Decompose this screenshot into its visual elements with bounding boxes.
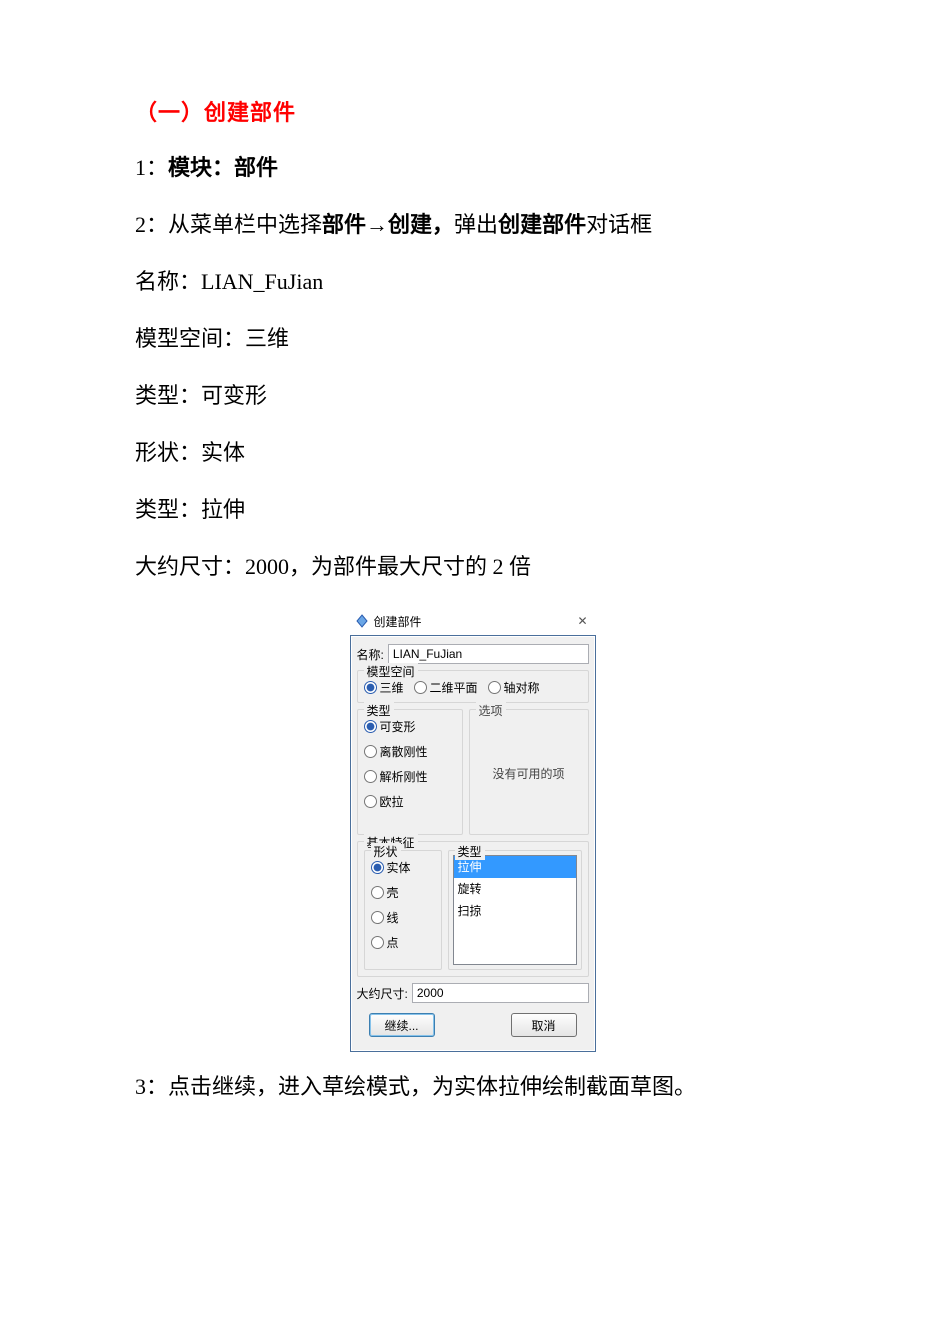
approx-size-row: 大约尺寸: xyxy=(357,983,589,1003)
type-legend: 类型 xyxy=(364,702,394,719)
base-feature-group: 基本特征 形状 实体 壳 xyxy=(357,841,589,977)
options-empty-text: 没有可用的项 xyxy=(492,765,564,782)
section-heading: （一）创建部件 xyxy=(135,95,810,127)
radio-wire[interactable]: 线 xyxy=(371,909,399,926)
shape-group: 形状 实体 壳 xyxy=(364,850,442,970)
radio-discrete-rigid[interactable]: 离散刚性 xyxy=(364,743,428,760)
radio-point[interactable]: 点 xyxy=(371,934,399,951)
radio-shell-label: 壳 xyxy=(387,884,399,901)
radio-3d[interactable]: 三维 xyxy=(364,679,404,696)
step-2-text-b: 部件→创建， xyxy=(322,212,454,237)
feature-type-listbox[interactable]: 拉伸 旋转 扫掠 xyxy=(453,855,577,965)
param-size-label: 大约尺寸： xyxy=(135,554,245,579)
radio-wire-label: 线 xyxy=(387,909,399,926)
radio-axi-label: 轴对称 xyxy=(504,679,540,696)
radio-axisymmetric[interactable]: 轴对称 xyxy=(488,679,540,696)
feature-type-legend: 类型 xyxy=(455,843,485,860)
name-row: 名称: xyxy=(357,644,589,664)
param-size-value: 2000 xyxy=(245,554,289,579)
radio-2d-planar[interactable]: 二维平面 xyxy=(414,679,478,696)
type-group: 类型 可变形 离散刚性 解 xyxy=(357,709,463,835)
options-group: 选项 没有可用的项 xyxy=(469,709,589,835)
step-2-text-e: 对话框 xyxy=(586,212,652,237)
radio-deformable-input[interactable] xyxy=(364,720,377,733)
approx-size-input[interactable] xyxy=(412,983,589,1003)
dialog-title: 创建部件 xyxy=(374,613,422,630)
radio-eulerian-label: 欧拉 xyxy=(380,793,404,810)
list-item-revolve[interactable]: 旋转 xyxy=(454,878,576,900)
radio-solid-input[interactable] xyxy=(371,861,384,874)
radio-point-input[interactable] xyxy=(371,936,384,949)
radio-analytical-label: 解析刚性 xyxy=(380,768,428,785)
step-2-text-d: 创建部件 xyxy=(498,212,586,237)
step-2: 2：从菜单栏中选择部件→创建，弹出创建部件对话框 xyxy=(135,208,810,241)
close-icon[interactable]: ✕ xyxy=(573,614,591,628)
radio-discrete-input[interactable] xyxy=(364,745,377,758)
list-item-sweep[interactable]: 扫掠 xyxy=(454,900,576,922)
param-size: 大约尺寸：2000，为部件最大尺寸的 2 倍 xyxy=(135,550,810,583)
approx-size-label: 大约尺寸: xyxy=(357,985,408,1002)
name-input[interactable] xyxy=(388,644,589,664)
param-shape: 形状：实体 xyxy=(135,436,810,469)
radio-deformable[interactable]: 可变形 xyxy=(364,718,416,735)
feature-type-group: 类型 拉伸 旋转 扫掠 xyxy=(448,850,582,970)
step-2-text-a: 从菜单栏中选择 xyxy=(168,212,322,237)
radio-eulerian-input[interactable] xyxy=(364,795,377,808)
radio-2d-label: 二维平面 xyxy=(430,679,478,696)
dialog-titlebar: 创建部件 ✕ xyxy=(350,607,596,635)
radio-analytical-input[interactable] xyxy=(364,770,377,783)
modelspace-group: 模型空间 三维 二维平面 轴对称 xyxy=(357,670,589,703)
radio-3d-input[interactable] xyxy=(364,681,377,694)
step-2-prefix: 2： xyxy=(135,212,168,237)
radio-wire-input[interactable] xyxy=(371,911,384,924)
param-modelspace: 模型空间：三维 xyxy=(135,322,810,355)
step-2-text-c: 弹出 xyxy=(454,212,498,237)
options-legend: 选项 xyxy=(476,702,506,719)
step-1: 1：模块：部件 xyxy=(135,151,810,184)
radio-deformable-label: 可变形 xyxy=(380,718,416,735)
dialog-icon xyxy=(354,613,370,629)
modelspace-legend: 模型空间 xyxy=(364,663,418,680)
dialog-body: 名称: 模型空间 三维 二维平面 xyxy=(350,635,596,1052)
radio-point-label: 点 xyxy=(387,934,399,951)
continue-button[interactable]: 继续... xyxy=(369,1013,435,1037)
radio-3d-label: 三维 xyxy=(380,679,404,696)
radio-2d-input[interactable] xyxy=(414,681,427,694)
radio-shell[interactable]: 壳 xyxy=(371,884,399,901)
step-3: 3：点击继续，进入草绘模式，为实体拉伸绘制截面草图。 xyxy=(135,1070,810,1103)
radio-analytical-rigid[interactable]: 解析刚性 xyxy=(364,768,428,785)
create-part-dialog: 创建部件 ✕ 名称: 模型空间 三维 xyxy=(350,607,596,1052)
step-1-label: 模块：部件 xyxy=(168,155,278,180)
param-type2: 类型：拉伸 xyxy=(135,493,810,526)
radio-shell-input[interactable] xyxy=(371,886,384,899)
param-type: 类型：可变形 xyxy=(135,379,810,412)
param-size-suffix: ，为部件最大尺寸的 2 倍 xyxy=(289,554,531,579)
radio-solid-label: 实体 xyxy=(387,859,411,876)
param-name: 名称：LIAN_FuJian xyxy=(135,265,810,298)
shape-legend: 形状 xyxy=(371,843,401,860)
cancel-button[interactable]: 取消 xyxy=(511,1013,577,1037)
radio-solid[interactable]: 实体 xyxy=(371,859,411,876)
radio-discrete-label: 离散刚性 xyxy=(380,743,428,760)
step-1-prefix: 1： xyxy=(135,155,168,180)
radio-axi-input[interactable] xyxy=(488,681,501,694)
name-label: 名称: xyxy=(357,646,384,663)
radio-eulerian[interactable]: 欧拉 xyxy=(364,793,404,810)
